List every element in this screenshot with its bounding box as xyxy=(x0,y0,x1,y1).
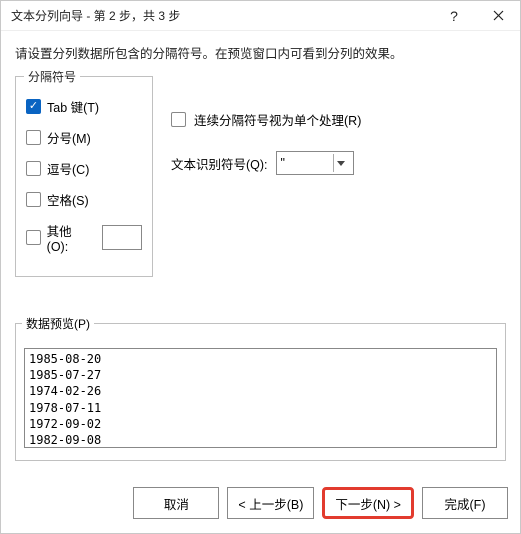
finish-button[interactable]: 完成(F) xyxy=(422,487,508,519)
close-button[interactable] xyxy=(476,1,520,31)
consecutive-row[interactable]: 连续分隔符号视为单个处理(R) xyxy=(171,110,506,129)
text-qualifier-row: 文本识别符号(Q): " xyxy=(171,151,506,175)
help-button[interactable]: ? xyxy=(432,1,476,31)
preview-groupbox: 数据预览(P) 1985-08-20 1985-07-27 1974-02-26… xyxy=(15,323,506,461)
dialog-title: 文本分列向导 - 第 2 步，共 3 步 xyxy=(11,7,432,24)
dialog-body: 请设置分列数据所包含的分隔符号。在预览窗口内可看到分列的效果。 分隔符号 Tab… xyxy=(1,31,520,477)
preview-line: 1972-09-02 xyxy=(29,416,492,432)
semicolon-checkbox[interactable] xyxy=(26,130,41,145)
tab-delimiter-row[interactable]: Tab 键(T) xyxy=(26,97,142,116)
text-to-columns-wizard-dialog: 文本分列向导 - 第 2 步，共 3 步 ? 请设置分列数据所包含的分隔符号。在… xyxy=(0,0,521,534)
preview-line: 1974-02-26 xyxy=(29,383,492,399)
close-icon xyxy=(493,10,504,21)
other-delimiter-row[interactable]: 其他(O): xyxy=(26,221,142,254)
preview-line: 1985-08-20 xyxy=(29,351,492,367)
right-options: 连续分隔符号视为单个处理(R) 文本识别符号(Q): " xyxy=(171,76,506,277)
tab-checkbox[interactable] xyxy=(26,99,41,114)
delimiters-fieldset: 分隔符号 Tab 键(T) 分号(M) 逗号(C) 空格(S) xyxy=(15,76,153,277)
consecutive-label: 连续分隔符号视为单个处理(R) xyxy=(194,110,361,129)
back-button[interactable]: < 上一步(B) xyxy=(227,487,314,519)
space-checkbox[interactable] xyxy=(26,192,41,207)
space-delimiter-row[interactable]: 空格(S) xyxy=(26,190,142,209)
space-label: 空格(S) xyxy=(47,190,89,209)
semicolon-label: 分号(M) xyxy=(47,128,91,147)
text-qualifier-value: " xyxy=(281,156,285,170)
tab-label: Tab 键(T) xyxy=(47,97,99,116)
other-checkbox[interactable] xyxy=(26,230,41,245)
consecutive-checkbox[interactable] xyxy=(171,112,186,127)
titlebar: 文本分列向导 - 第 2 步，共 3 步 ? xyxy=(1,1,520,31)
semicolon-delimiter-row[interactable]: 分号(M) xyxy=(26,128,142,147)
preview-section: 数据预览(P) 1985-08-20 1985-07-27 1974-02-26… xyxy=(15,317,506,461)
comma-delimiter-row[interactable]: 逗号(C) xyxy=(26,159,142,178)
text-qualifier-label: 文本识别符号(Q): xyxy=(171,154,268,173)
preview-legend: 数据预览(P) xyxy=(22,315,94,332)
dialog-footer: 取消 < 上一步(B) 下一步(N) > 完成(F) xyxy=(1,477,520,533)
cancel-button[interactable]: 取消 xyxy=(133,487,219,519)
other-label: 其他(O): xyxy=(47,221,92,254)
text-qualifier-select[interactable]: " xyxy=(276,151,354,175)
preview-line: 1978-07-11 xyxy=(29,400,492,416)
comma-label: 逗号(C) xyxy=(47,159,89,178)
preview-box[interactable]: 1985-08-20 1985-07-27 1974-02-26 1978-07… xyxy=(24,348,497,448)
delimiters-legend: 分隔符号 xyxy=(24,68,80,85)
next-button[interactable]: 下一步(N) > xyxy=(322,487,414,519)
preview-line: 1985-07-27 xyxy=(29,367,492,383)
other-delimiter-input[interactable] xyxy=(102,225,142,250)
instruction-text: 请设置分列数据所包含的分隔符号。在预览窗口内可看到分列的效果。 xyxy=(15,43,506,62)
options-row: 分隔符号 Tab 键(T) 分号(M) 逗号(C) 空格(S) xyxy=(15,76,506,277)
comma-checkbox[interactable] xyxy=(26,161,41,176)
chevron-down-icon xyxy=(333,154,349,172)
preview-line: 1982-09-08 xyxy=(29,432,492,448)
